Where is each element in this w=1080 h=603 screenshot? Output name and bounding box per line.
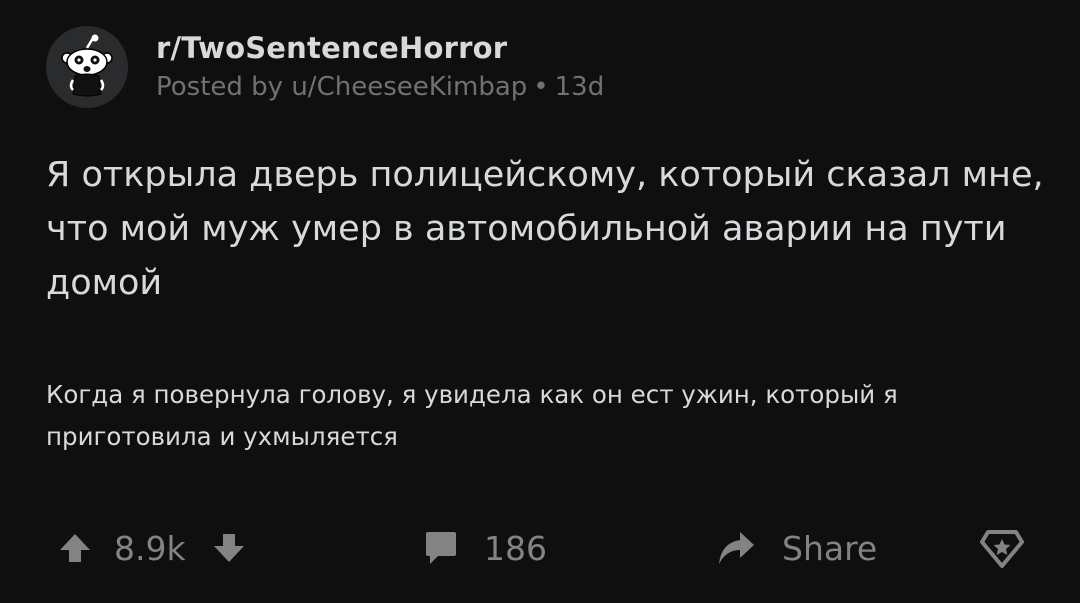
share-arrow-icon [716, 530, 756, 566]
share-label: Share [782, 528, 878, 568]
posted-by-label: Posted by [156, 72, 284, 102]
author-link[interactable]: u/CheeseeKimbap [291, 72, 527, 102]
vote-score: 8.9k [114, 528, 186, 568]
arrow-down-icon[interactable] [212, 532, 246, 564]
arrow-up-icon[interactable] [58, 532, 92, 564]
post-title[interactable]: Я открыла дверь полицейскому, который ск… [46, 148, 1056, 310]
post-actions-bar: 8.9k 186 Share [0, 520, 1080, 576]
vote-group: 8.9k [58, 520, 246, 576]
comments-count: 186 [484, 528, 547, 568]
post-card: r/TwoSentenceHorror Posted by u/CheeseeK… [0, 0, 1080, 603]
award-icon [980, 528, 1024, 568]
subreddit-name[interactable]: r/TwoSentenceHorror [156, 30, 604, 66]
share-button[interactable]: Share [716, 520, 877, 576]
post-meta: Posted by u/CheeseeKimbap • 13d [156, 70, 604, 104]
header-text: r/TwoSentenceHorror Posted by u/CheeseeK… [156, 30, 604, 104]
meta-separator: • [533, 72, 549, 102]
subreddit-avatar[interactable] [46, 26, 128, 108]
comments-button[interactable]: 186 [424, 520, 547, 576]
award-button[interactable] [980, 520, 1024, 576]
reddit-snoo-icon [61, 34, 113, 97]
comment-bubble-icon [424, 530, 458, 566]
post-body: Когда я повернула голову, я увидела как … [46, 380, 898, 451]
post-age: 13d [554, 72, 605, 102]
post-header: r/TwoSentenceHorror Posted by u/CheeseeK… [46, 26, 604, 108]
